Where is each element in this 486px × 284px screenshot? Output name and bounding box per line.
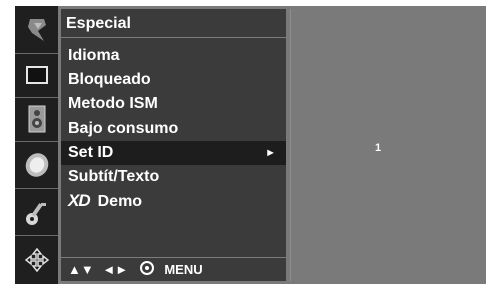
set-id-value[interactable]: 1 — [375, 142, 381, 154]
up-down-arrows-icon: ▲▼ — [68, 262, 94, 277]
submenu-panel: 1 — [290, 9, 485, 281]
menu-item-label: Bajo consumo — [68, 120, 179, 137]
menu-item-idioma[interactable]: Idioma — [61, 44, 286, 68]
clock-icon[interactable] — [15, 141, 58, 189]
menu-item-label: Demo — [97, 193, 143, 210]
menu-item-set-id[interactable]: Set ID ► — [61, 141, 286, 165]
xd-logo: XD — [68, 191, 91, 210]
left-right-arrows-icon: ◄► — [102, 262, 129, 277]
menu-item-metodo-ism[interactable]: Metodo ISM — [61, 92, 286, 116]
menu-footer: ▲▼ ◄► MENU — [61, 257, 286, 281]
key-icon[interactable] — [15, 188, 58, 236]
menu-item-label: Set ID — [68, 144, 114, 161]
menu-item-label: Subtít/Texto — [68, 168, 160, 185]
menu-item-subtit-texto[interactable]: Subtít/Texto — [61, 165, 286, 189]
speaker-icon[interactable] — [15, 97, 58, 142]
menu-item-bloqueado[interactable]: Bloqueado — [61, 68, 286, 92]
menu-item-label: Metodo ISM — [68, 95, 158, 112]
menu-title: Especial — [61, 9, 286, 38]
osd-window: Especial Idioma Bloqueado Metodo ISM Baj… — [15, 6, 486, 284]
menu-item-bajo-consumo[interactable]: Bajo consumo — [61, 117, 286, 141]
arrow-right-icon: ► — [265, 147, 276, 159]
ok-button-icon — [139, 261, 154, 275]
menu-footer-label: MENU — [164, 262, 203, 277]
satellite-dish-icon[interactable] — [15, 6, 58, 54]
settings-arrows-icon[interactable] — [15, 235, 58, 284]
screen-icon[interactable] — [15, 53, 58, 98]
menu-panel: Especial Idioma Bloqueado Metodo ISM Baj… — [61, 9, 286, 281]
icon-strip — [15, 6, 58, 284]
menu-item-label: Bloqueado — [68, 71, 151, 88]
menu-item-label: Idioma — [68, 47, 120, 64]
menu-item-xd-demo[interactable]: XD Demo — [61, 189, 286, 213]
